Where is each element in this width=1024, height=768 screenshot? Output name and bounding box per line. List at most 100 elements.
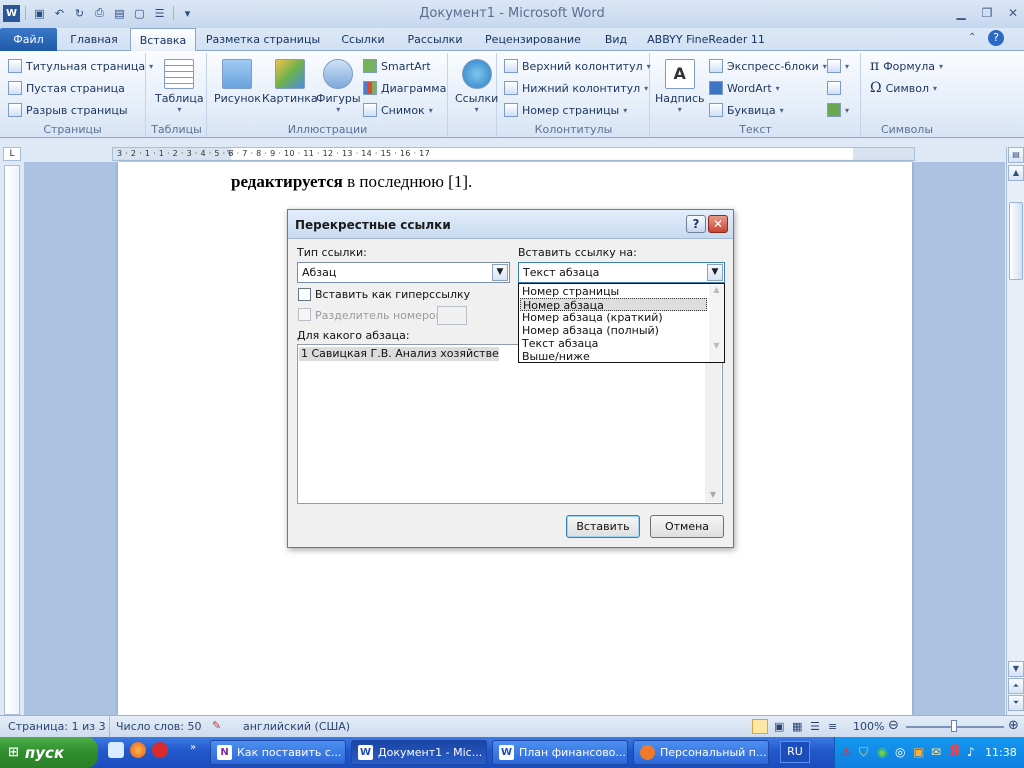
taskbar-item[interactable]: N Как поставить с... <box>210 740 346 765</box>
next-page-icon[interactable]: ⏷ <box>1008 695 1024 711</box>
table-button[interactable]: Таблица ▾ <box>155 59 204 114</box>
chevron-down-icon[interactable]: ▼ <box>707 264 723 281</box>
full-screen-icon[interactable]: ▣ <box>774 720 784 733</box>
word-logo-icon[interactable]: W <box>3 4 20 22</box>
dropdown-option[interactable]: Номер абзаца (краткий) <box>520 311 707 324</box>
tray-volume-icon[interactable]: ♪ <box>967 745 975 759</box>
restore-icon[interactable]: ❐ <box>974 4 1000 22</box>
cancel-button[interactable]: Отмена <box>650 515 724 538</box>
clock[interactable]: 11:38 <box>985 746 1017 759</box>
help-button[interactable]: ? <box>686 215 706 233</box>
start-button[interactable]: ⊞ пуск <box>0 737 98 768</box>
equation-button[interactable]: π Формула ▾ <box>870 57 943 75</box>
page-number-button[interactable]: Номер страницы ▾ <box>504 101 627 119</box>
dropdown-option-selected[interactable]: Номер абзаца <box>520 298 707 312</box>
picture-button[interactable]: Рисунок <box>214 59 261 105</box>
tab-view[interactable]: Вид <box>598 29 634 51</box>
expand-icon[interactable]: » <box>190 742 196 753</box>
chevron-down-icon[interactable]: ▼ <box>492 264 508 281</box>
horizontal-ruler[interactable]: 3 · 2 · 1 · 1 · 2 · 3 · 4 · 5 · 6 · 7 · … <box>112 147 915 161</box>
dropdown-option[interactable]: Текст абзаца <box>520 337 707 350</box>
close-button[interactable]: ✕ <box>708 215 728 233</box>
symbol-button[interactable]: Ω Символ ▾ <box>870 79 937 97</box>
preview-icon[interactable]: ▤ <box>111 5 128 22</box>
tab-review[interactable]: Рецензирование <box>480 29 586 51</box>
vertical-ruler[interactable] <box>4 165 20 715</box>
quicklaunch-icon[interactable] <box>108 742 124 758</box>
clipart-button[interactable]: Картинка <box>262 59 318 105</box>
word-count[interactable]: Число слов: 50 <box>116 720 202 733</box>
dropdown-scrollbar[interactable]: ▲ ▼ <box>709 285 724 362</box>
zoom-level[interactable]: 100% <box>853 720 884 733</box>
scroll-up-icon[interactable]: ▲ <box>709 285 724 294</box>
dropcap-button[interactable]: Буквица ▾ <box>709 101 784 119</box>
screenshot-button[interactable]: Снимок ▾ <box>363 101 433 119</box>
insert-ref-select[interactable]: Текст абзаца ▼ <box>518 262 725 283</box>
insert-ref-dropdown-list[interactable]: Номер страницы Номер абзаца Номер абзаца… <box>518 283 725 363</box>
taskbar-item[interactable]: Персональный п... <box>633 740 769 765</box>
tab-mailings[interactable]: Рассылки <box>402 29 468 51</box>
zoom-in-icon[interactable]: ⊕ <box>1008 718 1019 733</box>
date-time-button[interactable] <box>827 79 841 97</box>
vertical-scrollbar[interactable]: ▤ ▲ ▼ ⏶ ⏷ <box>1006 147 1024 715</box>
language-bar[interactable]: RU <box>780 741 810 763</box>
smartart-button[interactable]: SmartArt <box>363 57 431 75</box>
cover-page-button[interactable]: Титульная страница ▾ <box>8 57 153 75</box>
print-layout-icon[interactable] <box>752 719 768 734</box>
firefox-icon[interactable] <box>130 742 146 758</box>
taskbar-item-active[interactable]: W Документ1 - Mic... <box>351 740 487 765</box>
ref-type-select[interactable]: Абзац ▼ <box>297 262 510 283</box>
customize-icon[interactable]: ▾ <box>179 5 196 22</box>
tray-shield-icon[interactable]: ⛉ <box>859 745 868 760</box>
dropdown-option[interactable]: Выше/ниже <box>520 350 707 363</box>
tab-references[interactable]: Ссылки <box>335 29 391 51</box>
new-doc-icon[interactable]: ▢ <box>131 5 148 22</box>
tray-app-icon[interactable]: ◎ <box>895 745 905 759</box>
separator-input[interactable] <box>437 306 467 325</box>
scroll-down-icon[interactable]: ▼ <box>705 490 721 499</box>
outline-icon[interactable]: ☰ <box>810 720 820 733</box>
list-scrollbar[interactable]: ▼ <box>705 346 721 502</box>
help-icon[interactable]: ? <box>988 30 1004 46</box>
minimize-icon[interactable]: ▁ <box>948 4 974 22</box>
zoom-slider-thumb[interactable] <box>951 720 957 732</box>
close-icon[interactable]: ✕ <box>1000 4 1024 22</box>
save-icon[interactable]: ▣ <box>31 5 48 22</box>
scroll-down-icon[interactable]: ▼ <box>709 341 724 350</box>
scroll-thumb[interactable] <box>1009 202 1023 280</box>
print-icon[interactable]: ⎙ <box>91 5 108 22</box>
list-icon[interactable]: ☰ <box>151 5 168 22</box>
header-button[interactable]: Верхний колонтитул ▾ <box>504 57 651 75</box>
insert-button[interactable]: Вставить <box>566 515 640 538</box>
opera-icon[interactable] <box>152 742 168 758</box>
redo-icon[interactable]: ↻ <box>71 5 88 22</box>
ruler-toggle-icon[interactable]: ▤ <box>1008 147 1024 163</box>
tab-insert[interactable]: Вставка <box>130 28 196 51</box>
taskbar-item[interactable]: W План финансово... <box>492 740 628 765</box>
wordart-button[interactable]: WordArt ▾ <box>709 79 780 97</box>
chart-button[interactable]: Диаграмма <box>363 79 446 97</box>
zoom-out-icon[interactable]: ⊖ <box>888 718 899 733</box>
tray-folder-icon[interactable]: ▣ <box>913 745 924 759</box>
indent-marker-icon[interactable]: ▽ <box>227 148 233 157</box>
dropdown-option[interactable]: Номер страницы <box>520 285 707 298</box>
minimize-ribbon-icon[interactable]: ⌃ <box>968 32 976 43</box>
textbox-button[interactable]: A Надпись ▾ <box>655 59 705 114</box>
tray-mail-icon[interactable]: ✉ <box>931 745 941 759</box>
hyperlink-checkbox[interactable] <box>298 288 311 301</box>
object-button[interactable]: ▾ <box>827 101 849 119</box>
language-indicator[interactable]: английский (США) <box>243 720 350 733</box>
scroll-up-icon[interactable]: ▲ <box>1008 165 1024 181</box>
tab-selector[interactable]: L <box>3 147 21 161</box>
page-break-button[interactable]: Разрыв страницы <box>8 101 128 119</box>
paragraph-list[interactable]: 1 Савицкая Г.В. Анализ хозяйственной дея… <box>297 344 723 504</box>
dropdown-option[interactable]: Номер абзаца (полный) <box>520 324 707 337</box>
tab-page-layout[interactable]: Разметка страницы <box>203 29 323 51</box>
tray-alert-icon[interactable]: ⚠ <box>841 745 852 759</box>
prev-page-icon[interactable]: ⏶ <box>1008 678 1024 694</box>
quickparts-button[interactable]: Экспресс-блоки ▾ <box>709 57 827 75</box>
links-button[interactable]: Ссылки ▾ <box>455 59 498 114</box>
proofing-icon[interactable]: ✎ <box>212 719 221 732</box>
undo-icon[interactable]: ↶ <box>51 5 68 22</box>
draft-icon[interactable]: ≡ <box>828 720 837 733</box>
